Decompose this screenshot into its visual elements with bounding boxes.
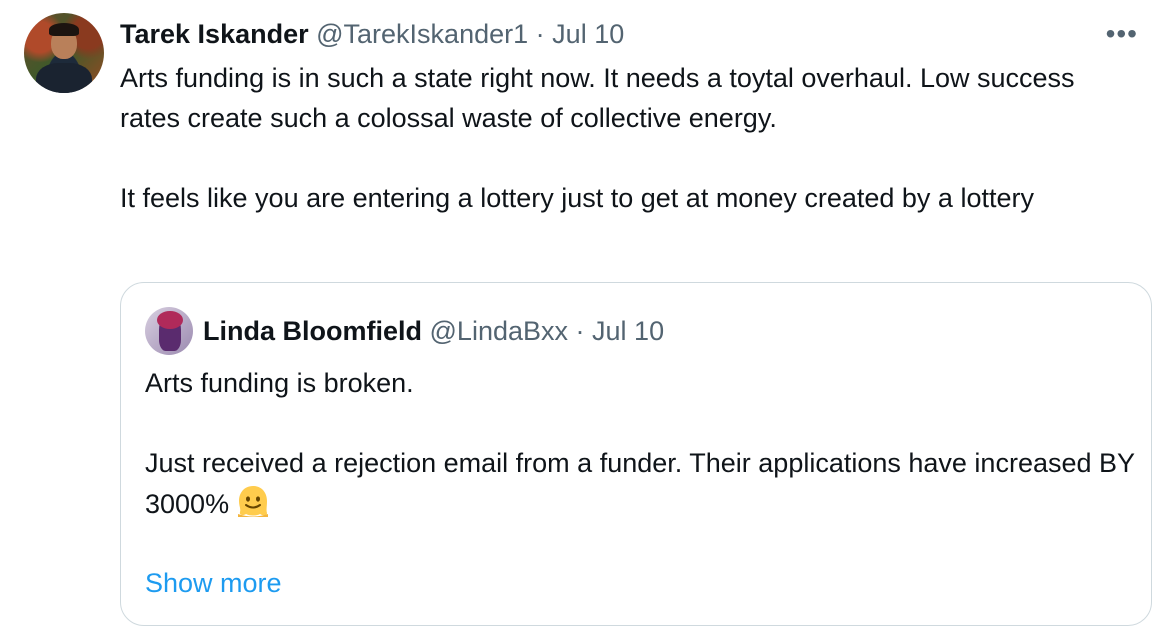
author-name[interactable]: Tarek Iskander: [120, 19, 309, 49]
tweet[interactable]: Tarek Iskander @TarekIskander1 · Jul 10 …: [0, 0, 1164, 638]
avatar-hair: [157, 311, 183, 329]
avatar-hair: [49, 23, 79, 36]
quoted-tweet-date[interactable]: Jul 10: [592, 316, 664, 346]
tweet-text: Arts funding is in such a state right no…: [120, 58, 1130, 218]
quoted-tweet[interactable]: Linda Bloomfield @LindaBxx · Jul 10 Arts…: [120, 282, 1152, 626]
tweet-header: Tarek Iskander @TarekIskander1 · Jul 10: [120, 14, 624, 54]
tweet-date[interactable]: Jul 10: [552, 19, 624, 49]
avatar-body: [36, 63, 92, 93]
quoted-paragraph: Just received a rejection email from a f…: [145, 448, 1135, 519]
more-options-icon[interactable]: •••: [1106, 14, 1138, 54]
author-avatar[interactable]: [24, 13, 104, 93]
author-handle[interactable]: @TarekIskander1: [316, 19, 528, 49]
quoted-header-separator: ·: [575, 316, 585, 346]
tweet-paragraph: Arts funding is in such a state right no…: [120, 63, 1075, 133]
quoted-author-name[interactable]: Linda Bloomfield: [203, 316, 422, 346]
quoted-author-handle[interactable]: @LindaBxx: [430, 316, 568, 346]
header-separator: ·: [535, 19, 545, 49]
quoted-tweet-header: Linda Bloomfield @LindaBxx · Jul 10: [203, 309, 664, 353]
tweet-paragraph: It feels like you are entering a lottery…: [120, 183, 1034, 213]
quoted-paragraph: Arts funding is broken.: [145, 368, 414, 398]
show-more-link[interactable]: Show more: [145, 563, 282, 603]
quoted-author-avatar[interactable]: [145, 307, 193, 355]
quoted-tweet-text: Arts funding is broken. Just received a …: [145, 363, 1135, 524]
melting-face-icon: [238, 486, 269, 517]
